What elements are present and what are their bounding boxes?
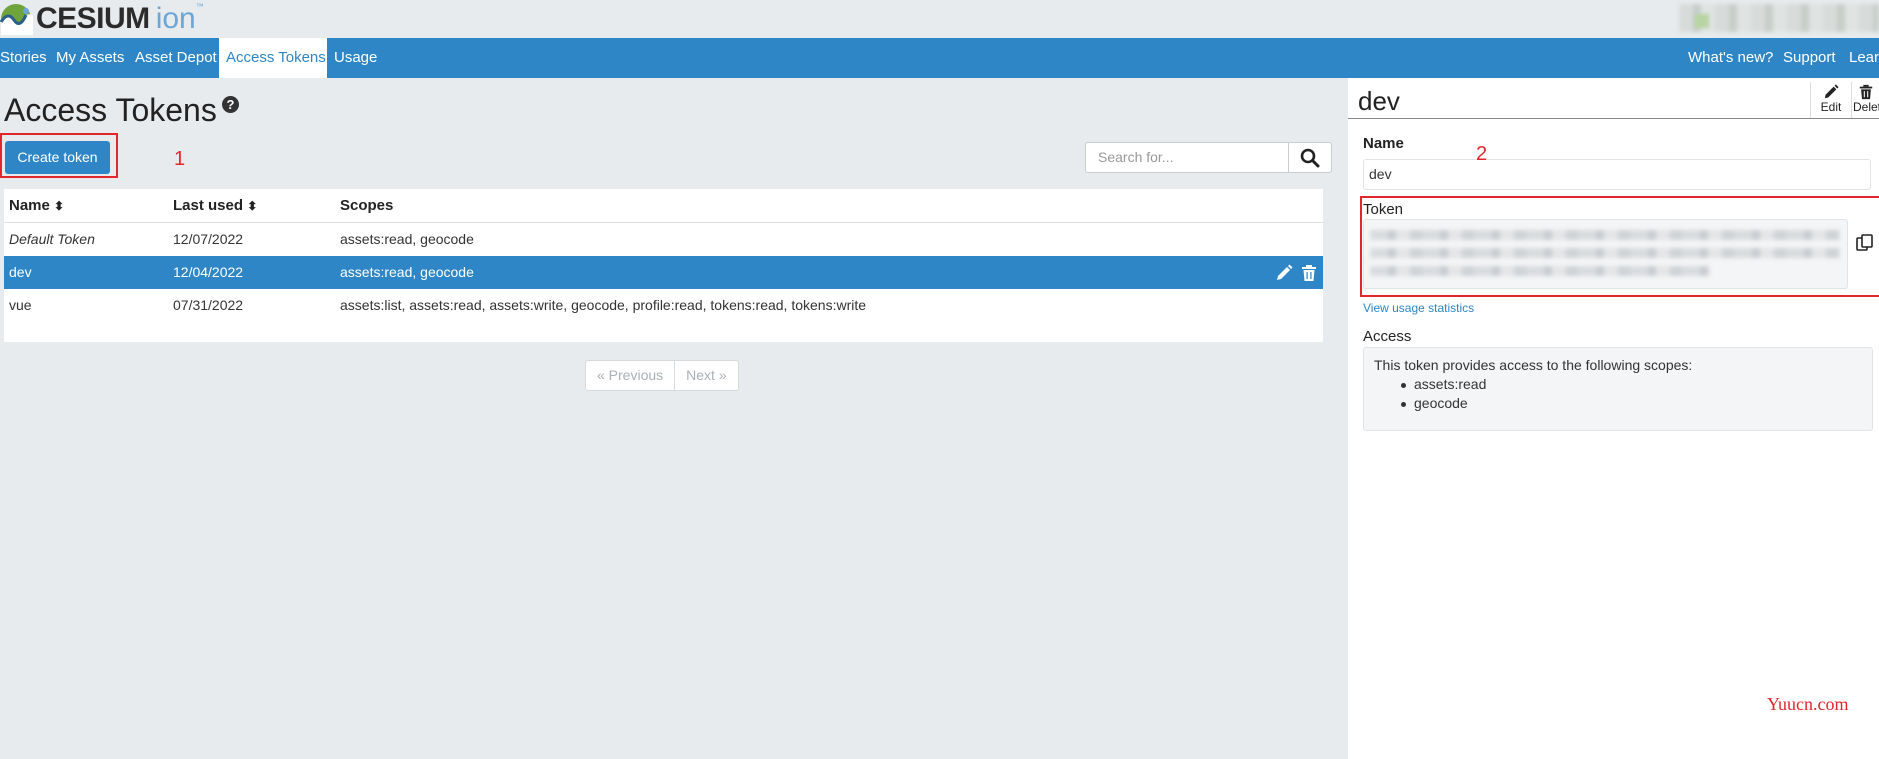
bullet — [1401, 402, 1406, 407]
access-description: This token provides access to the follow… — [1374, 357, 1693, 373]
table-row-selected[interactable]: dev 12/04/2022 assets:read, geocode — [4, 256, 1323, 289]
nav-usage[interactable]: Usage — [327, 38, 384, 78]
pencil-icon — [1824, 84, 1839, 99]
user-account-blurred[interactable] — [1679, 4, 1879, 32]
column-header-last-used[interactable]: Last used ⬍ — [173, 189, 257, 222]
nav-access-tokens[interactable]: Access Tokens — [219, 38, 327, 78]
nav-stories[interactable]: Stories — [0, 38, 54, 78]
pencil-icon[interactable] — [1275, 264, 1293, 282]
tokens-table: Name ⬍ Last used ⬍ Scopes Default Token … — [4, 189, 1323, 342]
nav-whats-new[interactable]: What's new? — [1681, 38, 1780, 78]
cesium-logo-icon — [0, 4, 33, 35]
scope-item: assets:read — [1414, 376, 1487, 392]
nav-support[interactable]: Support — [1776, 38, 1843, 78]
annotation-box-2 — [1360, 196, 1879, 297]
table-row[interactable]: vue 07/31/2022 assets:list, assets:read,… — [4, 289, 1323, 322]
watermark: Yuucn.com — [1767, 694, 1849, 714]
detail-title: dev — [1358, 86, 1400, 116]
name-label: Name — [1363, 135, 1404, 152]
trash-icon[interactable] — [1300, 264, 1318, 282]
annotation-label-1: 1 — [174, 148, 186, 170]
page-title: Access Tokens — [4, 92, 217, 128]
nav-learn[interactable]: Learn — [1842, 38, 1879, 78]
row-name: dev — [9, 264, 32, 280]
token-detail-panel: dev Edit Delete Name dev Token 2 View us… — [1348, 78, 1879, 759]
help-icon[interactable]: ? — [222, 96, 239, 113]
nav-my-assets[interactable]: My Assets — [49, 38, 131, 78]
trash-icon — [1859, 84, 1873, 100]
row-name: Default Token — [9, 231, 95, 247]
logo-product: ion™ — [155, 2, 204, 35]
token-name-field[interactable]: dev — [1363, 159, 1871, 190]
column-header-name[interactable]: Name ⬍ — [9, 189, 64, 222]
row-scopes: assets:read, geocode — [340, 231, 474, 247]
scope-item: geocode — [1414, 395, 1468, 411]
annotation-box-1 — [0, 133, 118, 178]
next-page-button[interactable]: Next » — [674, 361, 737, 390]
nav-asset-depot[interactable]: Asset Depot — [128, 38, 224, 78]
row-scopes: assets:list, assets:read, assets:write, … — [340, 297, 867, 313]
main-nav: Stories My Assets Asset Depot Access Tok… — [0, 38, 1879, 78]
sort-icon: ⬍ — [54, 199, 65, 213]
logo-wordmark: CESIUM — [36, 2, 150, 35]
search-icon — [1300, 148, 1320, 168]
column-header-scopes: Scopes — [340, 197, 394, 214]
row-last-used: 12/07/2022 — [173, 231, 244, 247]
search-button[interactable] — [1289, 142, 1332, 173]
annotation-label-2: 2 — [1476, 143, 1488, 165]
detail-divider — [1348, 118, 1879, 119]
access-scopes-box: This token provides access to the follow… — [1363, 347, 1873, 431]
search-input[interactable]: Search for... — [1085, 142, 1289, 173]
edit-label: Edit — [1820, 100, 1842, 114]
row-last-used: 07/31/2022 — [173, 297, 244, 313]
row-scopes: assets:read, geocode — [340, 264, 474, 280]
edit-button[interactable]: Edit — [1811, 82, 1851, 118]
table-row[interactable]: Default Token 12/07/2022 assets:read, ge… — [4, 223, 1323, 256]
pagination: « Previous Next » — [585, 360, 739, 391]
row-last-used: 12/04/2022 — [173, 264, 244, 280]
sort-icon: ⬍ — [247, 199, 258, 213]
cesium-ion-logo[interactable]: CESIUM ion™ — [0, 2, 204, 35]
search-placeholder: Search for... — [1098, 149, 1174, 165]
previous-page-button[interactable]: « Previous — [586, 361, 674, 390]
bullet — [1401, 383, 1406, 388]
view-usage-statistics-link[interactable]: View usage statistics — [1363, 301, 1474, 315]
access-label: Access — [1363, 328, 1412, 345]
top-bar: CESIUM ion™ — [0, 0, 1879, 38]
delete-button[interactable]: Delete — [1852, 82, 1879, 118]
delete-label: Delete — [1853, 100, 1879, 114]
row-name: vue — [9, 297, 32, 313]
user-avatar-blurred — [1695, 14, 1709, 28]
